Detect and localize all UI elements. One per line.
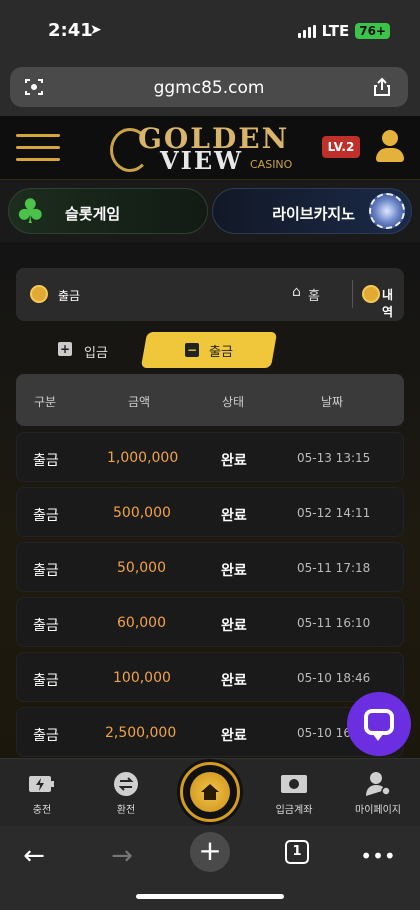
column-header: 구분	[34, 395, 57, 409]
plus-icon: +	[58, 342, 72, 356]
column-header: 상태	[222, 395, 245, 409]
page-title: 출금	[58, 289, 81, 303]
cash-icon	[281, 775, 307, 793]
chat-icon	[364, 709, 394, 741]
nav-exchange[interactable]: 환전	[84, 759, 168, 827]
nav-charge[interactable]: 충전	[0, 759, 84, 827]
network-label: LTE	[321, 22, 350, 40]
level-badge: LV.2	[322, 136, 360, 158]
withdraw-coin-icon	[30, 285, 48, 303]
history-coin-icon	[362, 285, 380, 303]
exchange-icon	[114, 772, 138, 796]
game-banner: ♣ 슬롯게임 라이브카지노	[0, 180, 420, 242]
tab-deposit[interactable]: + 입금	[52, 336, 152, 366]
user-icon[interactable]	[374, 130, 406, 166]
location-arrow-icon: ➤	[90, 22, 102, 38]
casino-chip-icon	[369, 193, 405, 229]
table-row[interactable]: 출금 100,000 완료 05-10 18:46	[16, 652, 404, 702]
menu-icon[interactable]	[16, 134, 60, 164]
signal-icon	[297, 24, 316, 38]
live-casino-button[interactable]: 라이브카지노	[212, 188, 412, 234]
more-icon[interactable]: •••	[358, 836, 398, 876]
column-header: 날짜	[321, 395, 344, 409]
address-bar[interactable]: ggmc85.com	[10, 67, 408, 107]
nav-deposit-account[interactable]: 입금계좌	[252, 759, 336, 827]
home-link[interactable]: 홈	[308, 285, 320, 304]
divider	[352, 280, 353, 308]
table-row[interactable]: 출금 50,000 완료 05-11 17:18	[16, 542, 404, 592]
history-link[interactable]: 내역	[382, 286, 404, 320]
slot-game-button[interactable]: ♣ 슬롯게임	[8, 188, 208, 234]
tab-withdraw[interactable]: − 출금	[140, 332, 278, 368]
forward-icon[interactable]: →	[102, 836, 142, 876]
status-time: 2:41	[48, 20, 93, 41]
home-icon	[201, 784, 219, 800]
logo[interactable]: GOLDEN VIEW CASINO	[110, 120, 310, 176]
tabs-button[interactable]: 1	[285, 840, 309, 864]
table-header: 구분 금액 상태 날짜	[16, 374, 404, 426]
home-icon[interactable]: ⌂	[292, 284, 301, 300]
browser-address-area: ggmc85.com	[0, 62, 420, 116]
new-tab-icon[interactable]: +	[190, 832, 230, 872]
user-settings-icon	[366, 772, 391, 796]
home-button[interactable]	[180, 762, 240, 822]
clover-icon: ♣	[15, 192, 46, 232]
status-bar: 2:41 ➤ LTE 76+	[0, 0, 420, 62]
minus-icon: −	[185, 343, 200, 357]
main-content: 출금 ⌂ 홈 내역 + 입금 − 출금 구분 금액 상태 날짜 출금 1,000…	[0, 242, 420, 758]
table-row[interactable]: 출금 60,000 완료 05-11 16:10	[16, 597, 404, 647]
url-text[interactable]: ggmc85.com	[10, 78, 408, 98]
table-row[interactable]: 출금 500,000 완료 05-12 14:11	[16, 487, 404, 537]
breadcrumb: 출금 ⌂ 홈 내역	[16, 268, 404, 321]
share-icon[interactable]	[372, 77, 392, 97]
table-row[interactable]: 출금 2,500,000 완료 05-10 16:	[16, 707, 404, 757]
table-row[interactable]: 출금 1,000,000 완료 05-13 13:15	[16, 432, 404, 482]
column-header: 금액	[128, 395, 151, 409]
battery-charge-icon	[29, 776, 54, 792]
nav-mypage[interactable]: 마이페이지	[336, 759, 420, 827]
back-icon[interactable]: ←	[14, 836, 54, 876]
chat-button[interactable]	[347, 692, 411, 756]
battery-icon: 76+	[355, 23, 390, 39]
home-indicator	[136, 894, 284, 899]
